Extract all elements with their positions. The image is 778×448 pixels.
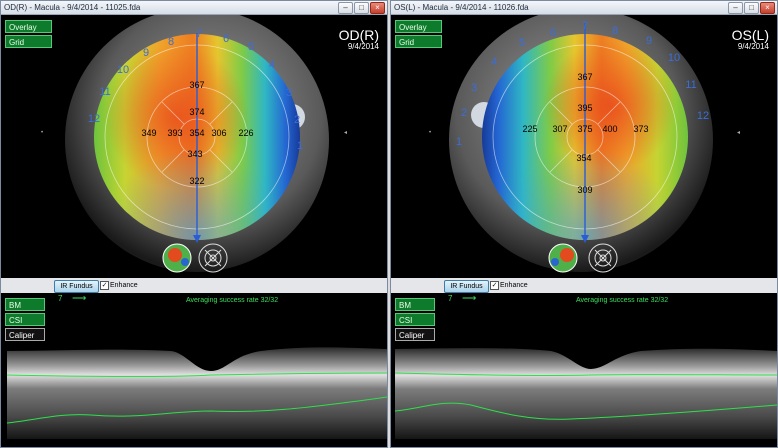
svg-text:9: 9 (646, 35, 652, 47)
eye-label: OS(L) (731, 27, 769, 43)
svg-text:9: 9 (143, 47, 149, 59)
svg-text:11: 11 (99, 86, 110, 98)
ir-fundus-button[interactable]: IR Fundus (54, 280, 99, 293)
minimize-button[interactable]: – (338, 2, 353, 14)
bm-button[interactable]: BM (5, 298, 45, 311)
right-arrow-icon: ⟶ (462, 293, 477, 304)
ir-fundus-button[interactable]: IR Fundus (444, 280, 489, 293)
oct-bscan[interactable]: BM CSI Caliper 7 ⟶ Averaging success rat… (1, 293, 387, 447)
svg-text:•: • (41, 130, 43, 136)
window-controls: – □ × (338, 2, 385, 14)
svg-text:4: 4 (491, 56, 497, 68)
thickness-top: 367 (189, 80, 204, 90)
fundus-thickness-map[interactable]: 367 374 349 393 354 306 226 343 322 4 3 … (1, 15, 387, 278)
eye-label: OD(R) (338, 27, 379, 43)
svg-text:8: 8 (612, 25, 618, 37)
thickness-bottom: 322 (189, 176, 204, 186)
thickness-left-outer: 349 (141, 128, 156, 138)
svg-text:2: 2 (294, 114, 300, 126)
window-title: OD(R) - Macula - 9/4/2014 - 11025.fda – … (1, 1, 387, 15)
svg-text:7: 7 (582, 20, 588, 32)
svg-text:6: 6 (223, 33, 229, 45)
enhance-label: Enhance (110, 282, 138, 289)
thickness-bottom: 309 (577, 185, 592, 195)
averaging-rate: Averaging success rate 32/32 (186, 297, 279, 304)
overlay-button[interactable]: Overlay (5, 20, 52, 33)
svg-text:10: 10 (117, 64, 129, 76)
thickness-right-outer: 226 (238, 128, 253, 138)
thickness-lower: 354 (576, 153, 591, 163)
svg-text:1: 1 (297, 140, 303, 152)
svg-text:5: 5 (248, 41, 254, 53)
window-controls: – □ × (728, 2, 775, 14)
minimize-button[interactable]: – (728, 2, 743, 14)
caliper-button[interactable]: Caliper (5, 328, 45, 341)
thickness-left-inner: 307 (552, 124, 567, 134)
fundus-thickness-map[interactable]: 367 395 225 307 375 400 373 354 309 1 2 … (391, 15, 777, 278)
svg-text:12: 12 (88, 113, 100, 125)
thickness-right-inner: 400 (602, 124, 617, 134)
enhance-checkbox[interactable]: ✓ (490, 281, 499, 290)
svg-text:•: • (429, 130, 431, 136)
thickness-center: 354 (189, 128, 204, 138)
thickness-right-inner: 306 (211, 128, 226, 138)
slice-number: 7 (58, 294, 63, 303)
fundus-controls: IR Fundus ✓ Enhance (391, 278, 777, 293)
thickness-left-inner: 393 (167, 128, 182, 138)
svg-text:◂: ◂ (344, 130, 347, 136)
retina-layers (7, 347, 387, 439)
od-window: OD(R) - Macula - 9/4/2014 - 11025.fda – … (0, 0, 388, 448)
map-thumbnail[interactable] (548, 243, 578, 273)
oct-bscan[interactable]: BM CSI Caliper 7 ⟶ Averaging success rat… (391, 293, 777, 447)
thickness-lower: 343 (187, 149, 202, 159)
map-thumbnail[interactable] (162, 243, 192, 273)
window-title: OS(L) - Macula - 9/4/2014 - 11026.fda – … (391, 1, 777, 15)
close-button[interactable]: × (760, 2, 775, 14)
svg-text:3: 3 (286, 87, 292, 99)
svg-text:12: 12 (697, 110, 709, 122)
maximize-button[interactable]: □ (744, 2, 759, 14)
svg-text:8: 8 (168, 36, 174, 48)
maximize-button[interactable]: □ (354, 2, 369, 14)
thickness-top: 367 (577, 72, 592, 82)
svg-text:1: 1 (456, 136, 462, 148)
enhance-checkbox[interactable]: ✓ (100, 281, 109, 290)
overlay-button[interactable]: Overlay (395, 20, 442, 33)
thickness-right-outer: 373 (633, 124, 648, 134)
svg-text:3: 3 (471, 82, 477, 94)
averaging-rate: Averaging success rate 32/32 (576, 297, 669, 304)
csi-button[interactable]: CSI (395, 313, 435, 326)
exam-date: 9/4/2014 (347, 42, 379, 51)
svg-text:6: 6 (550, 27, 556, 39)
svg-text:7: 7 (196, 28, 202, 40)
slice-number: 7 (448, 294, 453, 303)
svg-text:4: 4 (269, 59, 275, 71)
os-window: OS(L) - Macula - 9/4/2014 - 11026.fda – … (390, 0, 778, 448)
fundus-controls: IR Fundus ✓ Enhance (1, 278, 387, 293)
svg-text:10: 10 (668, 52, 680, 64)
close-button[interactable]: × (370, 2, 385, 14)
svg-text:11: 11 (685, 79, 696, 91)
bm-button[interactable]: BM (395, 298, 435, 311)
grid-button[interactable]: Grid (395, 35, 442, 48)
csi-button[interactable]: CSI (5, 313, 45, 326)
thickness-left-outer: 225 (522, 124, 537, 134)
right-arrow-icon: ⟶ (72, 293, 87, 304)
caliper-button[interactable]: Caliper (395, 328, 435, 341)
svg-text:◂: ◂ (737, 130, 740, 136)
svg-text:2: 2 (461, 107, 467, 119)
thickness-upper: 374 (189, 107, 204, 117)
thickness-center: 375 (577, 124, 592, 134)
enhance-label: Enhance (500, 282, 528, 289)
thickness-upper: 395 (577, 103, 592, 113)
retina-layers (395, 348, 777, 439)
svg-text:5: 5 (519, 37, 525, 49)
exam-date: 9/4/2014 (737, 42, 769, 51)
grid-button[interactable]: Grid (5, 35, 52, 48)
